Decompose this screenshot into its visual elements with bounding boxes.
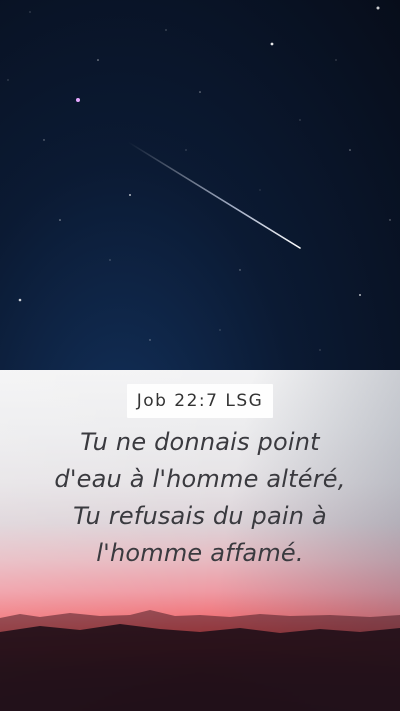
stars-layer <box>7 6 391 351</box>
verse-text: Tu ne donnais point d'eau à l'homme alté… <box>20 424 380 572</box>
verse-line: l'homme affamé. <box>96 539 304 567</box>
verse-reference-badge: Job 22:7 LSG <box>127 384 273 418</box>
verse-line: Tu ne donnais point <box>80 428 320 456</box>
shooting-star <box>127 141 301 249</box>
verse-line: d'eau à l'homme altéré, <box>54 465 346 493</box>
night-sky-image <box>0 0 400 370</box>
verse-line: Tu refusais du pain à <box>73 502 327 530</box>
